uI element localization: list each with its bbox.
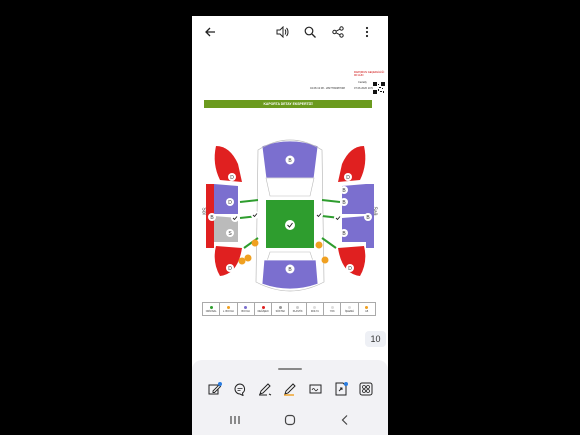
svg-text:D: D <box>230 175 234 181</box>
svg-text:D: D <box>228 200 232 206</box>
legend-item: SÖKTAK <box>272 303 290 315</box>
share-icon[interactable] <box>330 24 346 40</box>
svg-text:D: D <box>228 266 232 272</box>
svg-text:D: D <box>348 266 352 272</box>
legend-item: LB <box>359 303 375 315</box>
speaker-icon[interactable] <box>274 24 290 40</box>
more-vert-icon[interactable] <box>359 24 375 40</box>
legend: ORİJİNAL L. BOYALI BOYALI DEĞİŞEN SÖKTAK… <box>202 302 376 316</box>
back-arrow-icon[interactable] <box>202 24 218 40</box>
page-number-badge: 10 <box>365 331 386 347</box>
legend-item: DOLYU <box>307 303 325 315</box>
legend-item: ORİJİNAL <box>203 303 221 315</box>
comment-icon[interactable] <box>232 381 248 397</box>
background-left <box>0 0 192 435</box>
phone-screen: RAPORUN GEÇERLİLİĞİ: 90 GÜN 04.08.13:38 … <box>192 0 388 435</box>
pdf-page: RAPORUN GEÇERLİLİĞİ: 90 GÜN 04.08.13:38 … <box>192 50 388 350</box>
signature-icon[interactable] <box>308 381 324 397</box>
system-nav-bar <box>192 404 388 435</box>
top-toolbar <box>192 18 388 46</box>
export-pdf-icon[interactable] <box>333 381 349 397</box>
status-bar <box>192 0 388 16</box>
text-highlight-icon[interactable] <box>282 381 298 397</box>
edit-icon[interactable] <box>207 381 223 397</box>
legend-item: İŞLEMLİ <box>341 303 359 315</box>
legend-item: PLASTİK <box>289 303 307 315</box>
grid-icon[interactable] <box>358 381 374 397</box>
legend-item: DEĞİŞEN <box>255 303 273 315</box>
legend-item: YOK <box>324 303 342 315</box>
recent-apps-icon[interactable] <box>228 413 242 427</box>
legend-item: BOYALI <box>238 303 255 315</box>
svg-text:D: D <box>346 175 350 181</box>
search-icon[interactable] <box>302 24 318 40</box>
bottom-tool-panel <box>192 360 388 404</box>
back-icon[interactable] <box>338 413 352 427</box>
home-icon[interactable] <box>283 413 297 427</box>
legend-item: L. BOYALI <box>220 303 238 315</box>
pen-icon[interactable] <box>257 381 273 397</box>
drag-handle[interactable] <box>278 368 302 370</box>
